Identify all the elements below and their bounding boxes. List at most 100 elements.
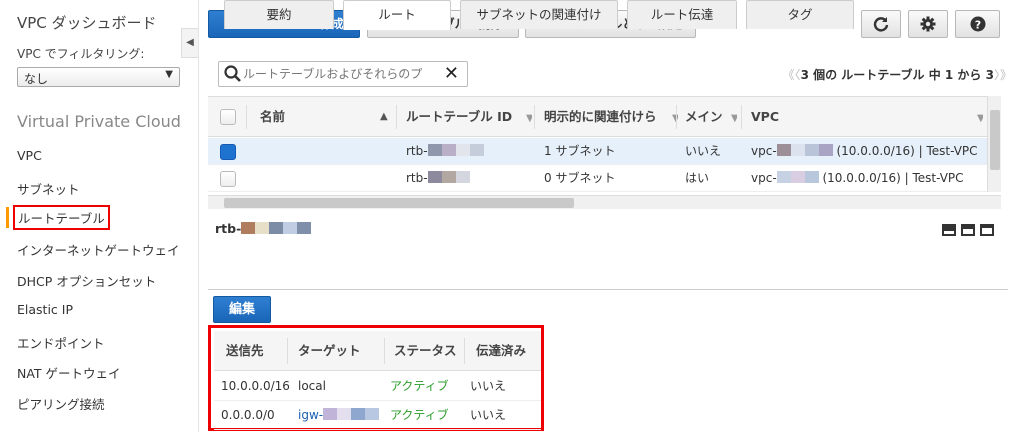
redacted-block <box>283 222 298 234</box>
tab-subnet-associations[interactable]: サブネットの関連付け <box>460 0 618 29</box>
pagination-text: 3 個の ルートテーブル 中 1 から 3 <box>800 68 994 82</box>
sidebar-item-dhcp-options[interactable]: DHCP オプションセット <box>17 271 156 290</box>
scrollbar-thumb[interactable] <box>990 110 1000 170</box>
first-page-icon[interactable]: 《 <box>783 68 795 82</box>
redacted-block <box>776 144 791 156</box>
sidebar: VPC ダッシュボード VPC でフィルタリング: なし ▼ Virtual P… <box>0 0 198 432</box>
redacted-block <box>323 408 338 420</box>
vpc-filter-value: なし <box>24 72 49 86</box>
sidebar-item-route-tables[interactable]: ルートテーブル <box>6 205 110 230</box>
redacted-block <box>297 222 312 234</box>
row-main: はい <box>685 171 710 185</box>
pagination: 《〈3 個の ルートテーブル 中 1 から 3〉》 <box>783 66 1012 83</box>
vpc-suffix: (10.0.0.0/16) | Test-VPC <box>836 144 978 158</box>
table-row[interactable]: rtb- 1 サブネット いいえ vpc- (10.0.0.0/16) | Te… <box>208 138 987 165</box>
row-route-table-id[interactable]: rtb- <box>406 165 470 192</box>
tab-divider <box>208 289 1008 290</box>
search-box[interactable]: ✕ <box>218 61 468 87</box>
vpc-filter-select[interactable]: なし ▼ <box>17 67 180 87</box>
sidebar-item-nat-gateways[interactable]: NAT ゲートウェイ <box>17 363 121 382</box>
sidebar-item-subnets[interactable]: サブネット <box>17 179 80 198</box>
route-propagated: いいえ <box>470 408 507 422</box>
refresh-button[interactable] <box>861 10 901 38</box>
redacted-block <box>804 144 819 156</box>
row-main: いいえ <box>685 144 722 158</box>
detail-route-table-id: rtb- <box>215 221 312 236</box>
sort-asc-icon[interactable]: ▲ <box>380 97 400 137</box>
route-table-grid: 名前 ▲ ルートテーブル ID ▼ 明示的に関連付けら ▼ メイン ▼ VPC … <box>208 96 987 194</box>
route-destination: 0.0.0.0/0 <box>221 408 275 422</box>
sidebar-item-vpc[interactable]: VPC <box>17 148 42 163</box>
close-icon[interactable]: ✕ <box>444 63 459 84</box>
route-row: 10.0.0.0/16 local アクティブ いいえ <box>214 372 541 401</box>
redacted-block <box>790 144 805 156</box>
tab-summary[interactable]: 要約 <box>224 0 334 29</box>
column-propagated[interactable]: 伝達済み <box>476 331 526 371</box>
chevron-down-icon: ▼ <box>165 69 173 80</box>
layout-top-icon[interactable] <box>980 224 994 236</box>
table-row[interactable]: rtb- 0 サブネット はい vpc- (10.0.0.0/16) | Tes… <box>208 165 987 192</box>
sidebar-collapse-button[interactable]: ◀ <box>181 28 198 58</box>
layout-bottom-icon[interactable] <box>942 224 956 236</box>
redacted-block <box>255 222 270 234</box>
column-destination[interactable]: 送信先 <box>226 331 264 371</box>
help-button[interactable]: ? <box>955 10 1000 38</box>
row-route-table-id[interactable]: rtb- <box>406 138 484 165</box>
row-checkbox[interactable] <box>220 171 236 187</box>
tab-tags[interactable]: タグ <box>746 0 854 29</box>
sidebar-item-internet-gateways[interactable]: インターネットゲートウェイ <box>17 240 180 259</box>
search-icon <box>224 65 241 82</box>
id-prefix: rtb- <box>406 171 428 185</box>
column-explicit-assoc[interactable]: 明示的に関連付けら <box>544 97 666 137</box>
settings-button[interactable] <box>908 10 948 38</box>
tab-routes[interactable]: ルート <box>343 0 451 30</box>
row-explicit-assoc: 0 サブネット <box>544 171 616 185</box>
redacted-block <box>427 171 442 183</box>
column-main[interactable]: メイン <box>685 97 725 137</box>
column-status[interactable]: ステータス <box>394 331 457 371</box>
edit-button[interactable]: 編集 <box>213 296 271 323</box>
redacted-block <box>365 408 380 420</box>
redacted-block <box>241 222 256 234</box>
route-propagated: いいえ <box>470 379 507 393</box>
sort-icon[interactable]: ▼ <box>520 97 532 137</box>
vpc-filter-label: VPC でフィルタリング: <box>17 47 145 61</box>
route-target: local <box>298 379 326 393</box>
grid-horizontal-scrollbar[interactable] <box>208 195 1001 209</box>
row-vpc[interactable]: vpc- (10.0.0.0/16) | Test-VPC <box>751 138 978 165</box>
layout-split-icon[interactable] <box>961 224 975 236</box>
last-page-icon[interactable]: 》 <box>1000 68 1012 82</box>
redacted-block <box>427 144 442 156</box>
column-target[interactable]: ターゲット <box>298 331 361 371</box>
route-status: アクティブ <box>390 379 449 393</box>
gear-icon <box>920 16 936 32</box>
redacted-block <box>818 144 833 156</box>
route-row: 0.0.0.0/0 igw- アクティブ いいえ <box>214 401 541 430</box>
scrollbar-thumb[interactable] <box>224 198 574 208</box>
tab-route-propagation[interactable]: ルート伝達 <box>627 0 737 29</box>
vpc-prefix: vpc- <box>751 144 777 158</box>
vpc-suffix: (10.0.0.0/16) | Test-VPC <box>822 171 964 185</box>
sidebar-item-elastic-ip[interactable]: Elastic IP <box>17 302 73 317</box>
search-input[interactable] <box>243 65 443 83</box>
redacted-block <box>469 144 484 156</box>
column-route-table-id[interactable]: ルートテーブル ID <box>406 97 516 137</box>
grid-vertical-scrollbar[interactable] <box>987 96 1001 192</box>
redacted-block <box>790 171 805 183</box>
row-vpc[interactable]: vpc- (10.0.0.0/16) | Test-VPC <box>751 165 964 192</box>
redacted-block <box>455 144 470 156</box>
chevron-left-icon: ◀ <box>186 37 194 48</box>
row-checkbox[interactable] <box>220 144 236 160</box>
redacted-block <box>776 171 791 183</box>
igw-prefix: igw- <box>298 408 324 422</box>
route-target-link[interactable]: igw- <box>298 401 380 430</box>
sort-icon[interactable]: ▼ <box>971 97 983 137</box>
sidebar-item-peering[interactable]: ピアリング接続 <box>17 394 105 413</box>
column-vpc[interactable]: VPC <box>751 97 791 137</box>
select-all-checkbox[interactable] <box>220 109 236 125</box>
sidebar-item-endpoints[interactable]: エンドポイント <box>17 333 105 352</box>
sidebar-title[interactable]: VPC ダッシュボード <box>17 12 157 33</box>
sort-icon[interactable]: ▼ <box>725 97 737 137</box>
grid-header: 名前 ▲ ルートテーブル ID ▼ 明示的に関連付けら ▼ メイン ▼ VPC … <box>208 97 987 137</box>
column-name[interactable]: 名前 <box>260 97 380 137</box>
